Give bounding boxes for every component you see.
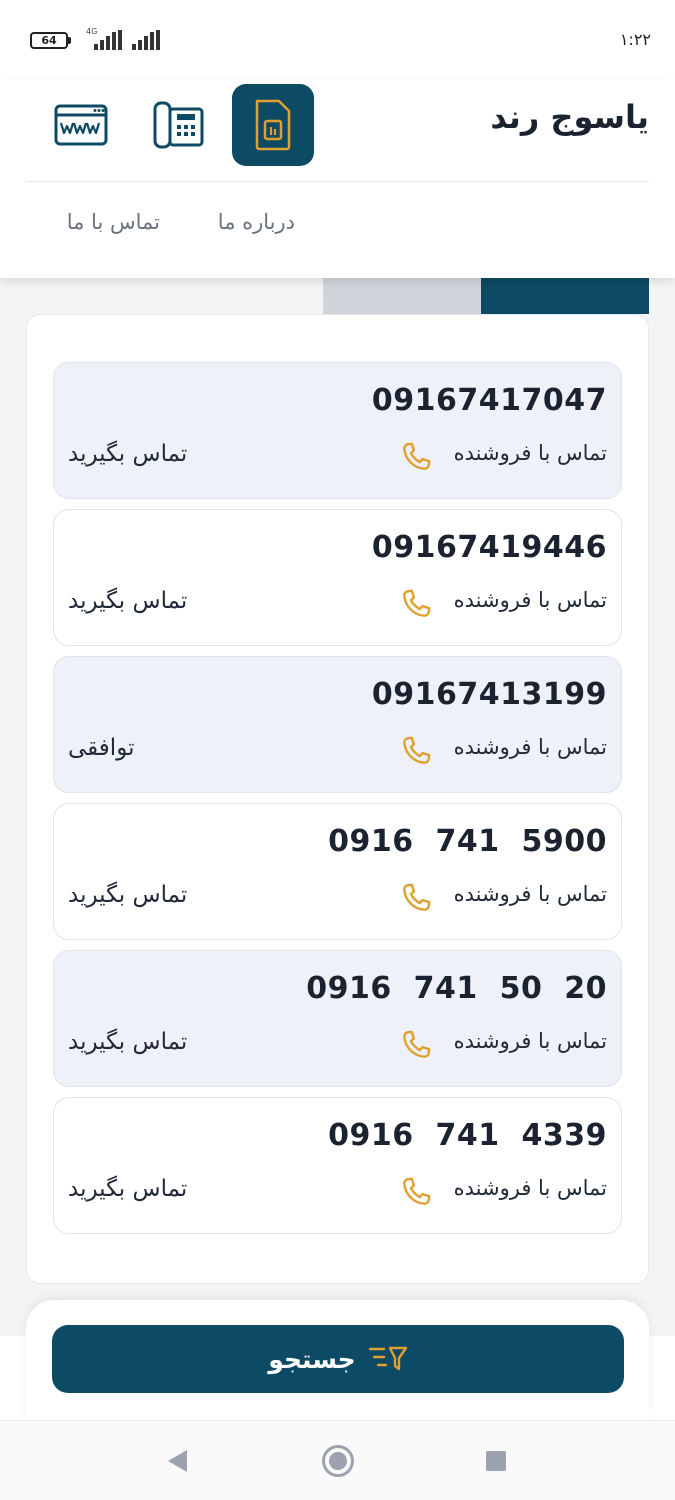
listing-panel: 09167417047 تماس با فروشنده تماس بگیرید … [26,314,649,1284]
phone-icon[interactable] [398,1027,434,1063]
home-icon[interactable] [322,1445,354,1477]
contact-seller-label[interactable]: تماس با فروشنده [454,588,607,612]
phone-icon[interactable] [398,586,434,622]
phone-icon[interactable] [398,733,434,769]
header-divider [26,181,649,182]
app-header: یاسوج رند درباره ما تماس با ما [0,80,675,278]
contact-seller-label[interactable]: تماس با فروشنده [454,882,607,906]
listing-number: 0916 741 5900 [328,824,607,859]
signal-strength-icon [94,30,126,50]
listing-card[interactable]: 0916 741 50 20 تماس با فروشنده تماس بگیر… [53,950,622,1087]
recent-apps-icon[interactable] [486,1451,506,1471]
phone-icon[interactable] [398,1174,434,1210]
contact-seller-label[interactable]: تماس با فروشنده [454,1029,607,1053]
contact-seller-label[interactable]: تماس با فروشنده [454,735,607,759]
price-label: توافقی [68,735,135,761]
system-navigation-bar [0,1420,675,1500]
listing-number: 09167413199 [371,677,607,712]
phone-icon[interactable] [398,439,434,475]
signal-strength-icon-2 [132,30,164,50]
battery-tip [68,37,71,44]
tab-inactive[interactable] [323,278,481,314]
phone-icon[interactable] [398,880,434,916]
price-label: تماس بگیرید [68,588,188,614]
landline-category-button[interactable] [138,84,220,166]
contact-seller-label[interactable]: تماس با فروشنده [454,1176,607,1200]
listing-number: 09167419446 [371,530,607,565]
search-button[interactable]: جستجو [52,1325,624,1393]
battery-indicator: 64 [30,32,68,49]
listing-number: 0916 741 50 20 [306,971,607,1006]
listing-number: 0916 741 4339 [328,1118,607,1153]
price-label: تماس بگیرید [68,1029,188,1055]
filter-icon [368,1346,407,1371]
listing-number: 09167417047 [371,383,607,418]
domain-category-button[interactable] [40,84,122,166]
listing-card[interactable]: 0916 741 5900 تماس با فروشنده تماس بگیری… [53,803,622,940]
status-bar: 64 4G ۱:۲۲ [0,0,675,80]
nav-link-contact[interactable]: تماس با ما [67,210,160,234]
brand-title: یاسوج رند [490,98,649,136]
domain-www-icon [54,104,108,146]
clock: ۱:۲۲ [619,30,651,49]
back-icon[interactable] [168,1450,187,1472]
sim-card-category-button[interactable] [232,84,314,166]
listing-card[interactable]: 09167413199 تماس با فروشنده توافقی [53,656,622,793]
price-label: تماس بگیرید [68,882,188,908]
price-label: تماس بگیرید [68,1176,188,1202]
listing-card[interactable]: 09167417047 تماس با فروشنده تماس بگیرید [53,362,622,499]
tab-active[interactable] [481,278,649,314]
listing-card[interactable]: 0916 741 4339 تماس با فروشنده تماس بگیری… [53,1097,622,1234]
landline-phone-icon [153,101,204,149]
sim-card-icon [255,99,291,151]
search-label: جستجو [268,1344,356,1374]
contact-seller-label[interactable]: تماس با فروشنده [454,441,607,465]
price-label: تماس بگیرید [68,441,188,467]
nav-link-about[interactable]: درباره ما [218,210,295,234]
listing-card[interactable]: 09167419446 تماس با فروشنده تماس بگیرید [53,509,622,646]
